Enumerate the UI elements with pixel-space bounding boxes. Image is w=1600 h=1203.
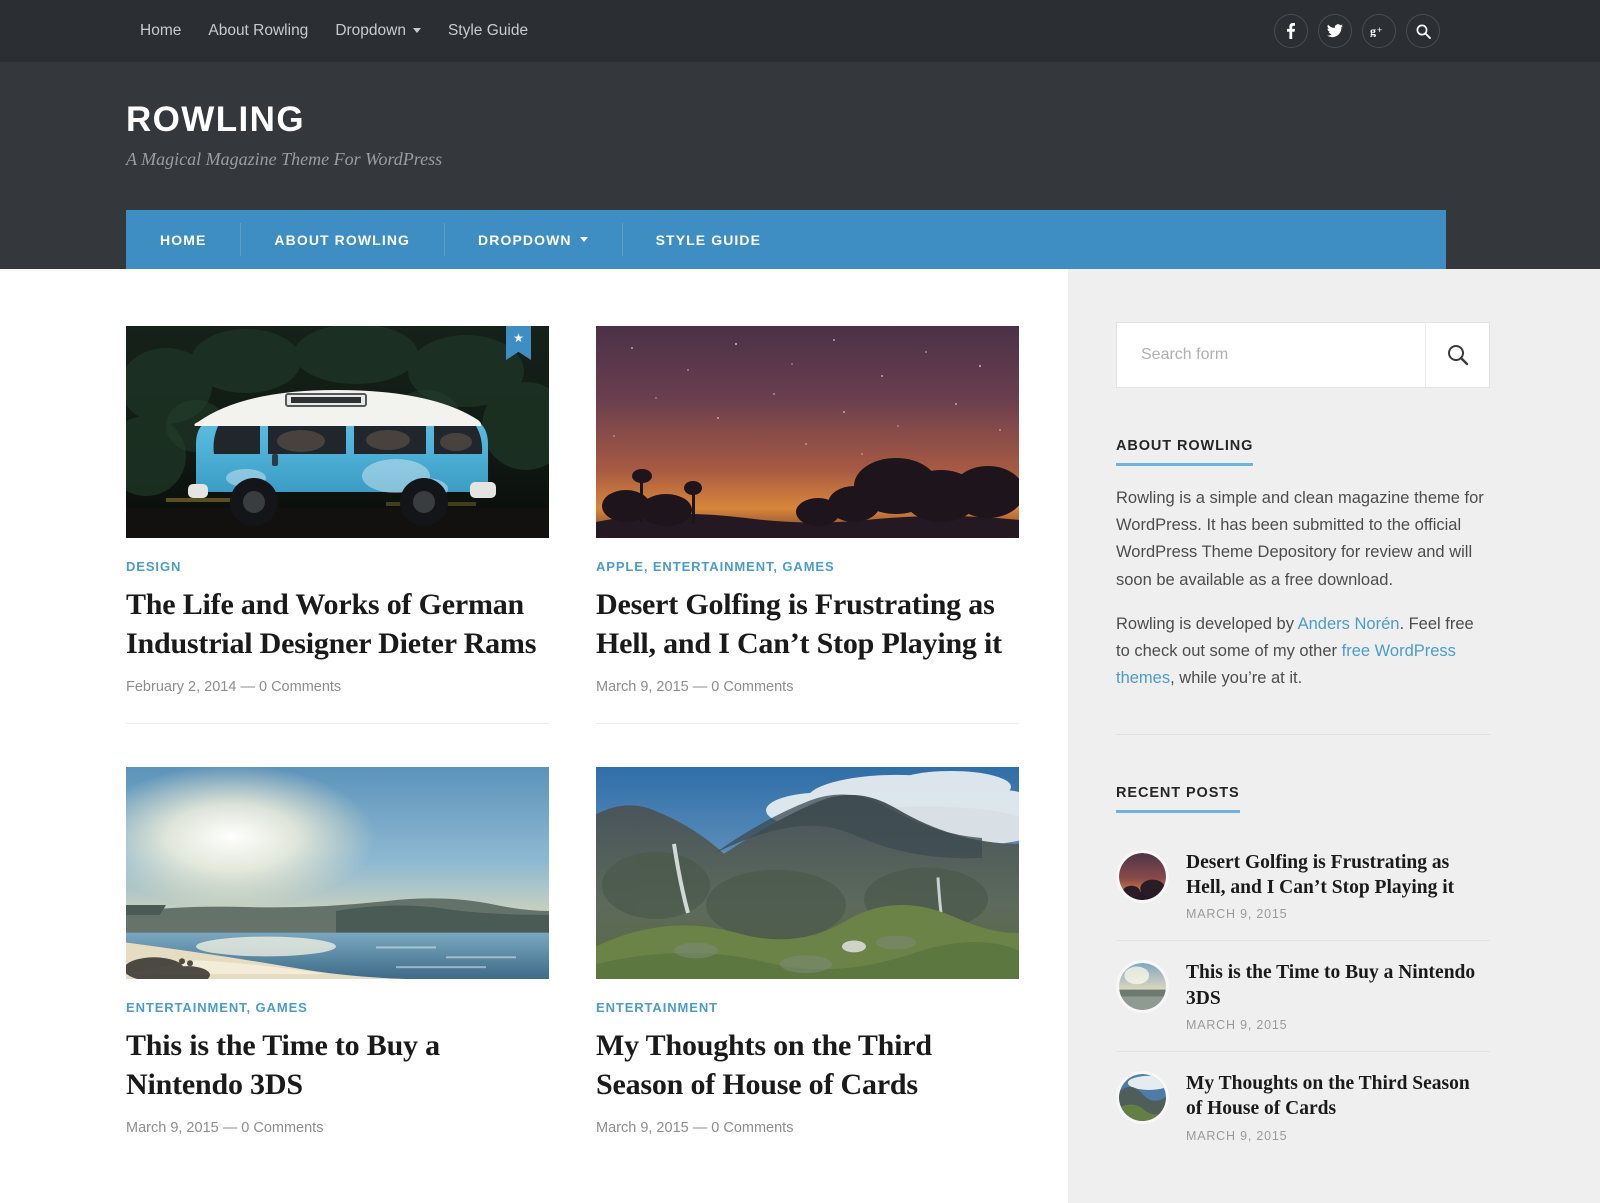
post-title[interactable]: The Life and Works of German Industrial … xyxy=(126,585,549,663)
widget-recent-posts: RECENT POSTS xyxy=(1116,784,1490,1162)
search-form xyxy=(1116,322,1490,388)
top-navigation: Home About Rowling Dropdown Style Guide xyxy=(140,22,555,40)
image-sunlit-coastal-beach-thumb xyxy=(1119,963,1166,1010)
post-title[interactable]: This is the Time to Buy a Nintendo 3DS xyxy=(126,1026,549,1104)
image-purple-starry-sunset xyxy=(596,326,1019,538)
topnav-item-style-guide[interactable]: Style Guide xyxy=(448,22,555,40)
search-submit-button[interactable] xyxy=(1425,323,1489,387)
post-meta: March 9, 2015 — 0 Comments xyxy=(126,1120,549,1136)
nav-item-about-rowling[interactable]: ABOUT ROWLING xyxy=(240,210,444,269)
about-paragraph-2: Rowling is developed by Anders Norén. Fe… xyxy=(1116,611,1490,693)
svg-text:g: g xyxy=(1370,25,1376,37)
post-card: ENTERTAINMENT My Thoughts on the Third S… xyxy=(596,767,1019,1136)
post-thumbnail[interactable]: ★ xyxy=(126,326,549,538)
image-green-rocky-mountain-thumb xyxy=(1119,1074,1166,1121)
widget-title: ABOUT ROWLING xyxy=(1116,438,1253,466)
topnav-item-dropdown[interactable]: Dropdown xyxy=(335,22,448,40)
post-list: ★ DESIGN The Life and Works of German In… xyxy=(0,269,1068,1203)
image-green-rocky-mountain xyxy=(596,767,1019,979)
recent-post-thumbnail xyxy=(1116,1071,1169,1124)
topnav-label: Style Guide xyxy=(448,22,528,39)
recent-post-date: MARCH 9, 2015 xyxy=(1186,1129,1490,1143)
sidebar: ABOUT ROWLING Rowling is a simple and cl… xyxy=(1068,269,1600,1203)
post-meta: March 9, 2015 — 0 Comments xyxy=(596,1120,1019,1136)
recent-post-date: MARCH 9, 2015 xyxy=(1186,1018,1490,1032)
search-icon xyxy=(1447,344,1469,366)
topnav-item-home[interactable]: Home xyxy=(140,22,208,40)
recent-post-thumbnail xyxy=(1116,960,1169,1013)
recent-post-title[interactable]: Desert Golfing is Frustrating as Hell, a… xyxy=(1186,850,1490,901)
social-links: g+ xyxy=(1274,0,1440,62)
facebook-icon[interactable] xyxy=(1274,14,1308,48)
topnav-label: Dropdown xyxy=(335,22,406,39)
post-meta: February 2, 2014 — 0 Comments xyxy=(126,679,549,695)
topnav-item-about-rowling[interactable]: About Rowling xyxy=(208,22,335,40)
image-sunlit-coastal-beach xyxy=(126,767,549,979)
nav-label: ABOUT ROWLING xyxy=(274,232,410,248)
page-layout: ★ DESIGN The Life and Works of German In… xyxy=(0,269,1600,1203)
post-thumbnail[interactable] xyxy=(596,326,1019,538)
about-p2-suffix: , while you’re at it. xyxy=(1170,669,1302,687)
chevron-down-icon xyxy=(580,237,588,242)
nav-item-dropdown[interactable]: DROPDOWN xyxy=(444,210,622,269)
widget-about-rowling: ABOUT ROWLING Rowling is a simple and cl… xyxy=(1116,437,1490,693)
top-bar: Home About Rowling Dropdown Style Guide … xyxy=(0,0,1600,62)
post-thumbnail[interactable] xyxy=(126,767,549,979)
main-navigation: HOME ABOUT ROWLING DROPDOWN STYLE GUIDE xyxy=(126,210,1446,269)
widget-title: RECENT POSTS xyxy=(1116,785,1240,813)
widget-divider xyxy=(1116,734,1490,735)
post-categories[interactable]: DESIGN xyxy=(126,559,549,574)
image-purple-starry-sunset-thumb xyxy=(1119,853,1166,900)
search-input[interactable] xyxy=(1117,323,1425,387)
post-categories[interactable]: ENTERTAINMENT xyxy=(596,1000,1019,1015)
list-item[interactable]: Desert Golfing is Frustrating as Hell, a… xyxy=(1116,831,1490,942)
post-title[interactable]: My Thoughts on the Third Season of House… xyxy=(596,1026,1019,1104)
nav-item-home[interactable]: HOME xyxy=(126,210,240,269)
recent-post-title[interactable]: This is the Time to Buy a Nintendo 3DS xyxy=(1186,960,1490,1011)
chevron-down-icon xyxy=(413,28,421,33)
nav-label: STYLE GUIDE xyxy=(656,232,761,248)
site-tagline: A Magical Magazine Theme For WordPress xyxy=(126,149,1600,170)
site-title[interactable]: ROWLING xyxy=(126,102,1600,139)
nav-label: HOME xyxy=(160,232,206,248)
search-toggle-icon[interactable] xyxy=(1406,14,1440,48)
divider xyxy=(126,723,549,724)
site-header: ROWLING A Magical Magazine Theme For Wor… xyxy=(0,62,1600,269)
list-item[interactable]: My Thoughts on the Third Season of House… xyxy=(1116,1052,1490,1162)
post-categories[interactable]: ENTERTAINMENT, GAMES xyxy=(126,1000,549,1015)
image-blue-camper-van xyxy=(126,326,549,538)
topnav-label: Home xyxy=(140,22,181,39)
recent-post-title[interactable]: My Thoughts on the Third Season of House… xyxy=(1186,1071,1490,1122)
svg-text:+: + xyxy=(1377,25,1382,35)
about-p2-prefix: Rowling is developed by xyxy=(1116,615,1298,633)
twitter-icon[interactable] xyxy=(1318,14,1352,48)
divider xyxy=(596,723,1019,724)
nav-item-style-guide[interactable]: STYLE GUIDE xyxy=(622,210,795,269)
post-meta: March 9, 2015 — 0 Comments xyxy=(596,679,1019,695)
post-title[interactable]: Desert Golfing is Frustrating as Hell, a… xyxy=(596,585,1019,663)
recent-post-thumbnail xyxy=(1116,850,1169,903)
topnav-label: About Rowling xyxy=(208,22,308,39)
post-card: ★ DESIGN The Life and Works of German In… xyxy=(126,326,549,724)
google-plus-icon[interactable]: g+ xyxy=(1362,14,1396,48)
post-card: APPLE, ENTERTAINMENT, GAMES Desert Golfi… xyxy=(596,326,1019,724)
post-categories[interactable]: APPLE, ENTERTAINMENT, GAMES xyxy=(596,559,1019,574)
list-item[interactable]: This is the Time to Buy a Nintendo 3DS M… xyxy=(1116,941,1490,1052)
post-thumbnail[interactable] xyxy=(596,767,1019,979)
nav-label: DROPDOWN xyxy=(478,232,572,248)
link-anders-noren[interactable]: Anders Norén xyxy=(1298,615,1400,633)
about-paragraph-1: Rowling is a simple and clean magazine t… xyxy=(1116,485,1490,594)
recent-post-date: MARCH 9, 2015 xyxy=(1186,907,1490,921)
post-card: ENTERTAINMENT, GAMES This is the Time to… xyxy=(126,767,549,1136)
